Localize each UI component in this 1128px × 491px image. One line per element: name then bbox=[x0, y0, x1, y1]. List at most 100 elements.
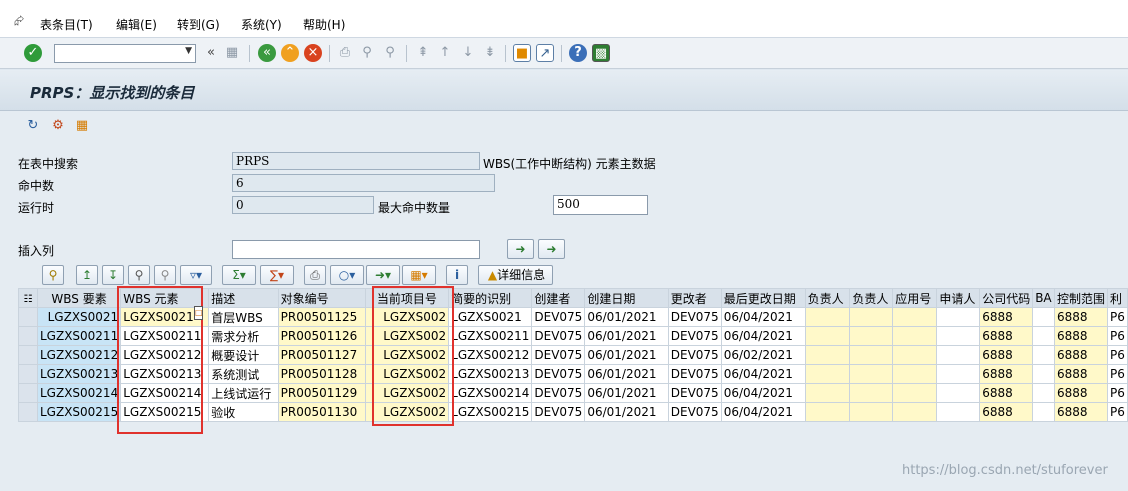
table-cell[interactable] bbox=[804, 402, 851, 422]
row-selector[interactable] bbox=[18, 364, 38, 384]
table-cell[interactable]: P6 bbox=[1107, 307, 1128, 327]
table-cell[interactable]: LGZXS00212 bbox=[448, 345, 533, 365]
help-icon[interactable]: ? bbox=[569, 44, 587, 62]
table-cell[interactable]: 06/01/2021 bbox=[584, 364, 669, 384]
details-view-button[interactable]: ⚲ bbox=[42, 265, 64, 285]
table-cell[interactable]: PR00501129 bbox=[277, 383, 366, 403]
table-cell[interactable]: P6 bbox=[1107, 383, 1128, 403]
table-cell[interactable]: 系统测试 bbox=[208, 364, 279, 384]
subtotal-button[interactable]: ∑▾ bbox=[260, 265, 294, 285]
column-header[interactable]: 最后更改日期 bbox=[720, 288, 806, 308]
menu-help[interactable]: 帮助(H) bbox=[303, 16, 345, 33]
table-cell[interactable] bbox=[849, 402, 894, 422]
table-cell[interactable]: 06/04/2021 bbox=[720, 364, 806, 384]
row-selector[interactable] bbox=[18, 383, 38, 403]
table-cell[interactable]: LGZXS00214 bbox=[36, 383, 122, 403]
table-cell[interactable]: 概要设计 bbox=[208, 345, 279, 365]
table-cell[interactable] bbox=[936, 326, 981, 346]
column-header[interactable]: 描述 bbox=[208, 288, 279, 308]
table-cell[interactable]: 06/01/2021 bbox=[584, 326, 669, 346]
first-page-icon[interactable]: ⇞ bbox=[414, 44, 432, 62]
insert-column-button[interactable]: ➜ bbox=[507, 239, 534, 259]
table-cell[interactable] bbox=[804, 307, 851, 327]
table-cell[interactable]: DEV075 bbox=[531, 326, 586, 346]
table-cell[interactable]: PR00501130 bbox=[277, 402, 366, 422]
table-cell[interactable] bbox=[849, 326, 894, 346]
column-header[interactable]: 创建日期 bbox=[584, 288, 669, 308]
column-header[interactable]: 公司代码 bbox=[979, 288, 1034, 308]
table-cell[interactable] bbox=[849, 383, 894, 403]
row-selector[interactable] bbox=[18, 402, 38, 422]
table-cell[interactable]: P6 bbox=[1107, 326, 1128, 346]
table-cell[interactable] bbox=[804, 364, 851, 384]
table-cell[interactable] bbox=[1032, 326, 1055, 346]
table-cell[interactable]: 06/01/2021 bbox=[584, 307, 669, 327]
table-cell[interactable]: 6888 bbox=[1053, 383, 1109, 403]
table-cell[interactable] bbox=[936, 364, 981, 384]
table-cell[interactable] bbox=[892, 345, 938, 365]
table-cell[interactable] bbox=[849, 307, 894, 327]
table-cell[interactable]: DEV075 bbox=[667, 364, 722, 384]
sort-ascending-button[interactable]: ↥ bbox=[76, 265, 98, 285]
export-button[interactable]: ➜▾ bbox=[366, 265, 400, 285]
table-cell[interactable] bbox=[892, 307, 938, 327]
table-cell[interactable]: 6888 bbox=[979, 326, 1034, 346]
table-cell[interactable] bbox=[849, 364, 894, 384]
table-cell[interactable]: LGZXS0021 bbox=[36, 307, 122, 327]
table-cell[interactable]: P6 bbox=[1107, 364, 1128, 384]
table-cell[interactable]: 06/04/2021 bbox=[720, 402, 806, 422]
column-header[interactable]: WBS 要素 bbox=[36, 288, 122, 308]
table-cell[interactable]: LGZXS00214 bbox=[448, 383, 533, 403]
table-cell[interactable]: 6888 bbox=[1053, 307, 1109, 327]
create-session-icon[interactable]: ■ bbox=[513, 44, 531, 62]
table-cell[interactable] bbox=[936, 307, 981, 327]
filter-button[interactable]: ▿▾ bbox=[180, 265, 212, 285]
table-cell[interactable]: DEV075 bbox=[531, 345, 586, 365]
column-header[interactable]: 负责人 bbox=[804, 288, 851, 308]
prev-page-icon[interactable]: ↑ bbox=[436, 44, 454, 62]
table-cell[interactable]: DEV075 bbox=[667, 307, 722, 327]
column-header[interactable]: 负责人 bbox=[849, 288, 894, 308]
table-cell[interactable]: 06/04/2021 bbox=[720, 307, 806, 327]
table-cell[interactable] bbox=[804, 345, 851, 365]
find-icon[interactable]: ⚲ bbox=[358, 44, 376, 62]
table-cell[interactable]: DEV075 bbox=[531, 402, 586, 422]
confirm-icon[interactable]: ✓ bbox=[24, 44, 42, 62]
select-all-cell[interactable]: ☷ bbox=[18, 288, 38, 308]
dropdown-icon[interactable]: ▼ bbox=[185, 46, 192, 56]
table-cell[interactable]: LGZXS00212 bbox=[36, 345, 122, 365]
column-header[interactable]: 简要的识别 bbox=[448, 288, 533, 308]
settings-icon[interactable]: ⚙ bbox=[49, 117, 67, 135]
column-header[interactable]: 创建者 bbox=[531, 288, 586, 308]
table-cell[interactable] bbox=[936, 383, 981, 403]
info-button[interactable]: i bbox=[446, 265, 468, 285]
column-header[interactable]: 控制范围 bbox=[1053, 288, 1109, 308]
table-cell[interactable]: P6 bbox=[1107, 345, 1128, 365]
column-header[interactable]: 应用号 bbox=[892, 288, 938, 308]
table-cell[interactable] bbox=[1032, 345, 1055, 365]
table-cell[interactable] bbox=[804, 383, 851, 403]
column-header[interactable]: 更改者 bbox=[667, 288, 722, 308]
table-cell[interactable]: DEV075 bbox=[531, 383, 586, 403]
table-cell[interactable]: DEV075 bbox=[667, 402, 722, 422]
row-selector[interactable] bbox=[18, 345, 38, 365]
table-cell[interactable]: 06/04/2021 bbox=[720, 326, 806, 346]
table-cell[interactable]: 6888 bbox=[1053, 326, 1109, 346]
sort-descending-button[interactable]: ↧ bbox=[102, 265, 124, 285]
row-selector[interactable] bbox=[18, 326, 38, 346]
back-icon[interactable]: « bbox=[258, 44, 276, 62]
table-cell[interactable] bbox=[804, 326, 851, 346]
table-cell[interactable] bbox=[936, 345, 981, 365]
table-cell[interactable] bbox=[892, 402, 938, 422]
layout-button[interactable]: ▦▾ bbox=[402, 265, 436, 285]
insert-column-all-button[interactable]: ➜ bbox=[538, 239, 565, 259]
layout-icon[interactable]: ▩ bbox=[592, 44, 610, 62]
total-button[interactable]: Σ▾ bbox=[222, 265, 256, 285]
refresh-icon[interactable]: ↻ bbox=[24, 117, 42, 135]
table-cell[interactable] bbox=[849, 345, 894, 365]
detailed-info-button[interactable]: ▲详细信息 bbox=[478, 265, 553, 285]
menu-icon[interactable]: ⮳ bbox=[14, 14, 24, 29]
table-cell[interactable]: 06/02/2021 bbox=[720, 345, 806, 365]
print-preview-button[interactable]: ⎙ bbox=[304, 265, 326, 285]
table-cell[interactable]: 6888 bbox=[1053, 364, 1109, 384]
